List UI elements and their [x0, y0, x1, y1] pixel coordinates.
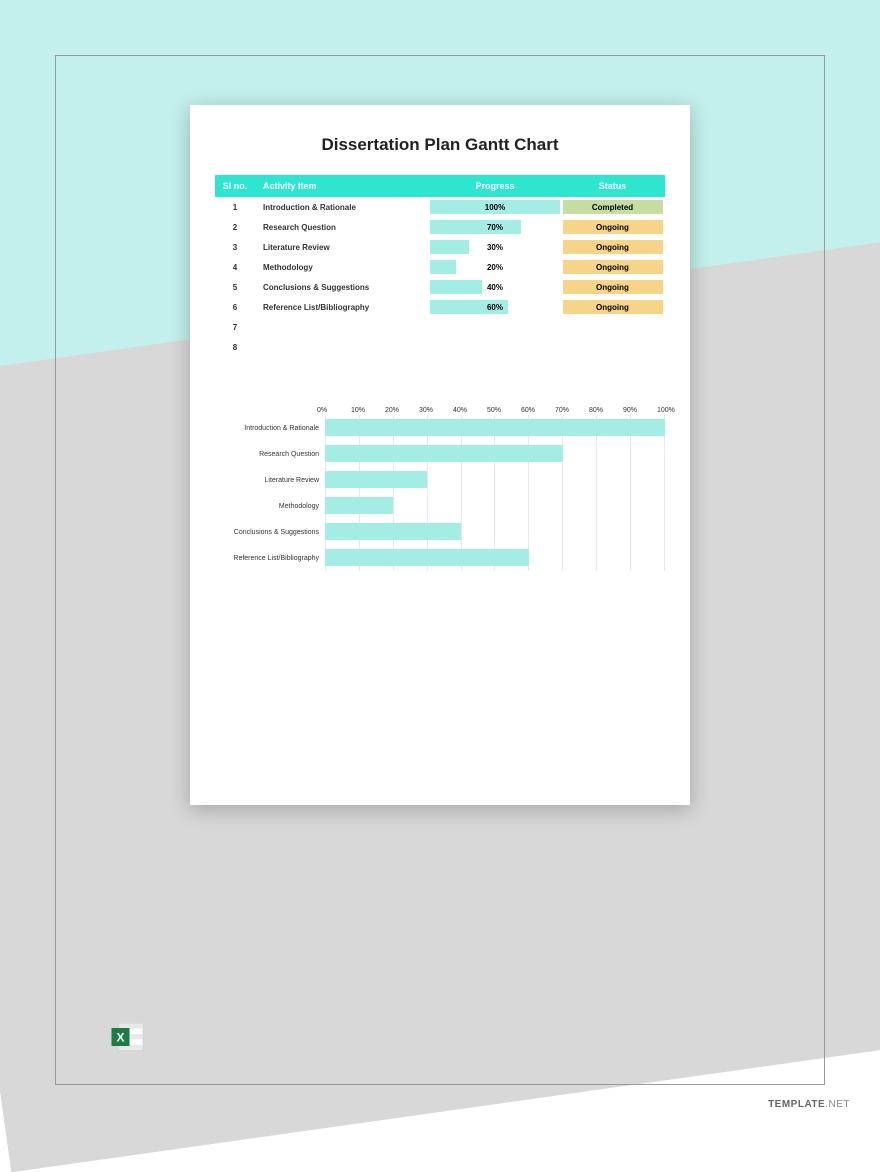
- cell-sl: 1: [215, 203, 255, 212]
- table-row: 6Reference List/Bibliography 60% Ongoing: [215, 297, 665, 317]
- chart-area: 0%10%20%30%40%50%60%70%80%90%100% Introd…: [215, 407, 665, 571]
- axis-tick: 60%: [521, 407, 535, 414]
- header-activity: Activity Item: [255, 181, 430, 191]
- header-status: Status: [560, 181, 665, 191]
- watermark: TEMPLATE.NET: [768, 1099, 850, 1110]
- chart-category-label: Literature Review: [215, 477, 325, 484]
- chart-row: Conclusions & Suggestions: [325, 519, 665, 545]
- cell-progress: 30%: [430, 240, 560, 254]
- axis-tick: 20%: [385, 407, 399, 414]
- status-badge: Completed: [563, 200, 663, 214]
- cell-sl: 5: [215, 283, 255, 292]
- axis-tick: 40%: [453, 407, 467, 414]
- axis-tick: 80%: [589, 407, 603, 414]
- cell-activity: Conclusions & Suggestions: [255, 283, 430, 292]
- chart-bar: [325, 471, 427, 488]
- status-badge: Ongoing: [563, 260, 663, 274]
- chart-row: Research Question: [325, 441, 665, 467]
- cell-activity: Methodology: [255, 263, 430, 272]
- cell-sl: 7: [215, 323, 255, 332]
- cell-status: Ongoing: [560, 240, 665, 254]
- chart-category-label: Research Question: [215, 451, 325, 458]
- progress-bar: [430, 220, 521, 234]
- status-badge: Ongoing: [563, 220, 663, 234]
- cell-progress: 60%: [430, 300, 560, 314]
- axis-tick: 30%: [419, 407, 433, 414]
- cell-progress: 70%: [430, 220, 560, 234]
- axis-tick: 10%: [351, 407, 365, 414]
- progress-bar: [430, 260, 456, 274]
- cell-sl: 3: [215, 243, 255, 252]
- cell-activity: Introduction & Rationale: [255, 203, 430, 212]
- progress-bar: [430, 280, 482, 294]
- progress-label: 30%: [487, 243, 503, 252]
- chart-bars: Introduction & RationaleResearch Questio…: [325, 415, 665, 571]
- progress-label: 40%: [487, 283, 503, 292]
- axis-tick: 100%: [657, 407, 675, 414]
- table-row: 7: [215, 317, 665, 337]
- page-title: Dissertation Plan Gantt Chart: [215, 135, 665, 155]
- chart-bar: [325, 445, 563, 462]
- table-row: 3Literature Review 30% Ongoing: [215, 237, 665, 257]
- watermark-brand: TEMPLATE: [768, 1099, 825, 1110]
- table-row: 4Methodology 20% Ongoing: [215, 257, 665, 277]
- progress-label: 20%: [487, 263, 503, 272]
- status-badge: Ongoing: [563, 300, 663, 314]
- chart-row: Reference List/Bibliography: [325, 545, 665, 571]
- cell-progress: 100%: [430, 200, 560, 214]
- cell-status: Ongoing: [560, 260, 665, 274]
- progress-bar: [430, 240, 469, 254]
- cell-activity: Reference List/Bibliography: [255, 303, 430, 312]
- header-sl: Sl no.: [215, 181, 255, 191]
- cell-progress: 20%: [430, 260, 560, 274]
- axis-tick: 90%: [623, 407, 637, 414]
- chart-bar: [325, 497, 393, 514]
- table-header: Sl no. Activity Item Progress Status: [215, 175, 665, 197]
- table-body: 1Introduction & Rationale100%Completed2R…: [215, 197, 665, 357]
- cell-activity: Research Question: [255, 223, 430, 232]
- axis-tick: 70%: [555, 407, 569, 414]
- chart-bar: [325, 419, 665, 436]
- cell-activity: Literature Review: [255, 243, 430, 252]
- cell-sl: 2: [215, 223, 255, 232]
- table-row: 1Introduction & Rationale 100% Completed: [215, 197, 665, 217]
- progress-label: 100%: [485, 203, 505, 212]
- progress-label: 70%: [487, 223, 503, 232]
- axis-tick: 50%: [487, 407, 501, 414]
- axis-tick: 0%: [317, 407, 327, 414]
- cell-status: Ongoing: [560, 280, 665, 294]
- chart-category-label: Introduction & Rationale: [215, 425, 325, 432]
- chart-row: Introduction & Rationale: [325, 415, 665, 441]
- cell-sl: 6: [215, 303, 255, 312]
- table-row: 2Research Question 70% Ongoing: [215, 217, 665, 237]
- table-row: 8: [215, 337, 665, 357]
- chart-category-label: Reference List/Bibliography: [215, 555, 325, 562]
- chart-row: Literature Review: [325, 467, 665, 493]
- cell-status: Completed: [560, 200, 665, 214]
- chart-bar: [325, 523, 461, 540]
- watermark-tld: .NET: [825, 1099, 850, 1110]
- cell-sl: 4: [215, 263, 255, 272]
- chart-category-label: Conclusions & Suggestions: [215, 529, 325, 536]
- chart-bar: [325, 549, 529, 566]
- document-page: Dissertation Plan Gantt Chart Sl no. Act…: [190, 105, 690, 805]
- cell-status: Ongoing: [560, 300, 665, 314]
- progress-label: 60%: [487, 303, 503, 312]
- chart-row: Methodology: [325, 493, 665, 519]
- table-row: 5Conclusions & Suggestions 40% Ongoing: [215, 277, 665, 297]
- chart-category-label: Methodology: [215, 503, 325, 510]
- status-badge: Ongoing: [563, 280, 663, 294]
- status-badge: Ongoing: [563, 240, 663, 254]
- cell-status: Ongoing: [560, 220, 665, 234]
- svg-text:X: X: [116, 1031, 124, 1045]
- cell-sl: 8: [215, 343, 255, 352]
- header-progress: Progress: [430, 181, 560, 191]
- excel-icon: X: [110, 1019, 146, 1055]
- cell-progress: 40%: [430, 280, 560, 294]
